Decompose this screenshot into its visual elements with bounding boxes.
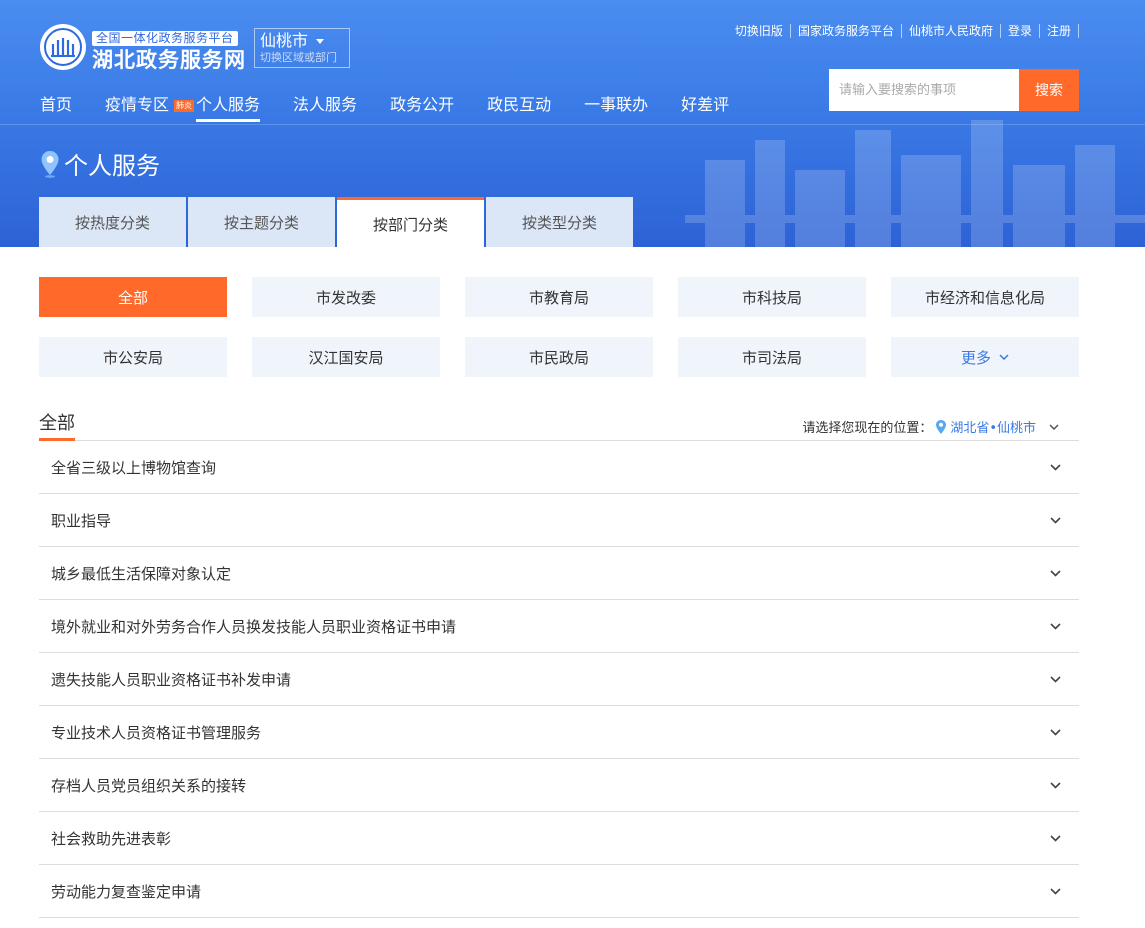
brand[interactable]: 全国一体化政务服务平台 湖北政务服务网 [92,27,246,73]
service-name: 专业技术人员资格证书管理服务 [51,723,262,742]
link-register[interactable]: 注册 [1040,24,1079,38]
dept-more-label: 更多 [960,348,991,367]
dept-all[interactable]: 全部 [39,277,227,317]
service-name: 城乡最低生活保障对象认定 [51,564,232,583]
link-login[interactable]: 登录 [1001,24,1040,38]
dept-justice[interactable]: 市司法局 [678,337,866,377]
city-name: 仙桃市 [260,31,309,50]
list-item[interactable]: 劳动能力复查鉴定申请 [39,865,1079,918]
list-item[interactable]: 城乡最低生活保障对象认定 [39,547,1079,600]
chevron-down-icon[interactable] [1050,463,1061,471]
search-bar: 搜索 [829,69,1079,111]
dept-hanjiang-security[interactable]: 汉江国安局 [252,337,440,377]
city-hint: 切换区域或部门 [260,51,337,64]
platform-tag: 全国一体化政务服务平台 [92,31,238,46]
category-tabs: 按热度分类 按主题分类 按部门分类 按类型分类 [39,197,633,247]
list-item[interactable]: 遗失技能人员职业资格证书补发申请 [39,653,1079,706]
dept-education[interactable]: 市教育局 [465,277,653,317]
city-switcher[interactable]: 仙桃市 切换区域或部门 [254,28,350,68]
service-name: 劳动能力复查鉴定申请 [51,882,202,901]
nav-personal-service[interactable]: 个人服务 [196,92,261,122]
chevron-down-icon[interactable] [1050,728,1061,736]
dept-science-technology[interactable]: 市科技局 [678,277,866,317]
location-pin-icon [41,150,59,178]
chevron-down-icon[interactable] [1050,675,1061,683]
service-name: 存档人员党员组织关系的接转 [51,776,247,795]
service-name: 境外就业和对外劳务合作人员换发技能人员职业资格证书申请 [51,617,457,636]
list-item[interactable]: 全省三级以上博物馆查询 [39,441,1079,494]
chevron-down-icon[interactable] [1050,516,1061,524]
nav-home[interactable]: 首页 [40,92,72,118]
service-list: 全省三级以上博物馆查询 职业指导城乡最低生活保障对象认定境外就业和对外劳务合作人员… [39,441,1079,918]
top-links: 切换旧版 国家政务服务平台 仙桃市人民政府 登录 注册 [728,24,1079,38]
dept-development-reform[interactable]: 市发改委 [252,277,440,317]
dept-public-security[interactable]: 市公安局 [39,337,227,377]
link-national-platform[interactable]: 国家政务服务平台 [791,24,902,38]
skyline-decoration [685,120,1145,247]
nav-legal-entity-service[interactable]: 法人服务 [293,92,357,118]
service-name: 遗失技能人员职业资格证书补发申请 [51,670,292,689]
service-name: 职业指导 [51,511,112,530]
tab-by-theme[interactable]: 按主题分类 [188,197,335,247]
nav-evaluation[interactable]: 好差评 [681,92,729,118]
site-logo[interactable] [40,24,86,70]
dept-economy-informatization[interactable]: 市经济和信息化局 [891,277,1079,317]
nav-divider [0,124,1145,125]
chevron-down-icon [1049,423,1059,430]
tab-by-department[interactable]: 按部门分类 [337,197,484,247]
page-title: 个人服务 [40,146,160,181]
service-name: 社会救助先进表彰 [51,829,172,848]
site-name: 湖北政务服务网 [92,48,246,72]
chevron-down-icon [999,354,1009,360]
list-item[interactable]: 存档人员党员组织关系的接转 [39,759,1079,812]
list-item[interactable]: 社会救助先进表彰 [39,812,1079,865]
main-nav: 首页 疫情专区 肺炎 个人服务 法人服务 政务公开 政民互动 一事联办 好差评 [40,92,762,122]
link-city-government[interactable]: 仙桃市人民政府 [902,24,1001,38]
chevron-down-icon[interactable] [1050,781,1061,789]
nav-interaction[interactable]: 政民互动 [487,92,551,118]
location-value: 湖北省•仙桃市 [950,421,1036,436]
dept-more-button[interactable]: 更多 [891,337,1079,377]
search-button[interactable]: 搜索 [1019,69,1079,111]
logo-emblem-icon [44,28,82,66]
tab-by-type[interactable]: 按类型分类 [486,197,633,247]
service-name: 全省三级以上博物馆查询 [51,458,217,477]
hot-badge: 肺炎 [174,100,195,112]
dept-civil-affairs[interactable]: 市民政局 [465,337,653,377]
tab-by-popularity[interactable]: 按热度分类 [39,197,186,247]
nav-government-affairs[interactable]: 政务公开 [390,92,454,118]
search-input[interactable] [829,69,1019,111]
list-item[interactable]: 职业指导 [39,494,1079,547]
department-grid: 全部 市发改委 市教育局 市科技局 市经济和信息化局 市公安局 汉江国安局 市民… [39,277,1079,377]
chevron-down-icon[interactable] [1050,569,1061,577]
section-header: 全部 请选择您现在的位置： 湖北省•仙桃市 [39,411,1079,441]
link-old-version[interactable]: 切换旧版 [728,24,791,38]
section-title: 全部 [39,411,75,441]
caret-down-icon [316,38,325,44]
nav-one-stop[interactable]: 一事联办 [584,92,648,118]
nav-epidemic[interactable]: 疫情专区 肺炎 [105,92,196,118]
location-prompt: 请选择您现在的位置： [802,421,933,436]
chevron-down-icon[interactable] [1050,834,1061,842]
chevron-down-icon[interactable] [1050,887,1061,895]
list-item[interactable]: 境外就业和对外劳务合作人员换发技能人员职业资格证书申请 [39,600,1079,653]
chevron-down-icon[interactable] [1050,622,1061,630]
page-title-text: 个人服务 [64,152,160,180]
site-header: 全国一体化政务服务平台 湖北政务服务网 仙桃市 切换区域或部门 切换旧版 国家政… [0,0,1145,247]
location-selector[interactable]: 请选择您现在的位置： 湖北省•仙桃市 [802,417,1059,436]
location-pin-icon [936,419,947,434]
list-item[interactable]: 专业技术人员资格证书管理服务 [39,706,1079,759]
